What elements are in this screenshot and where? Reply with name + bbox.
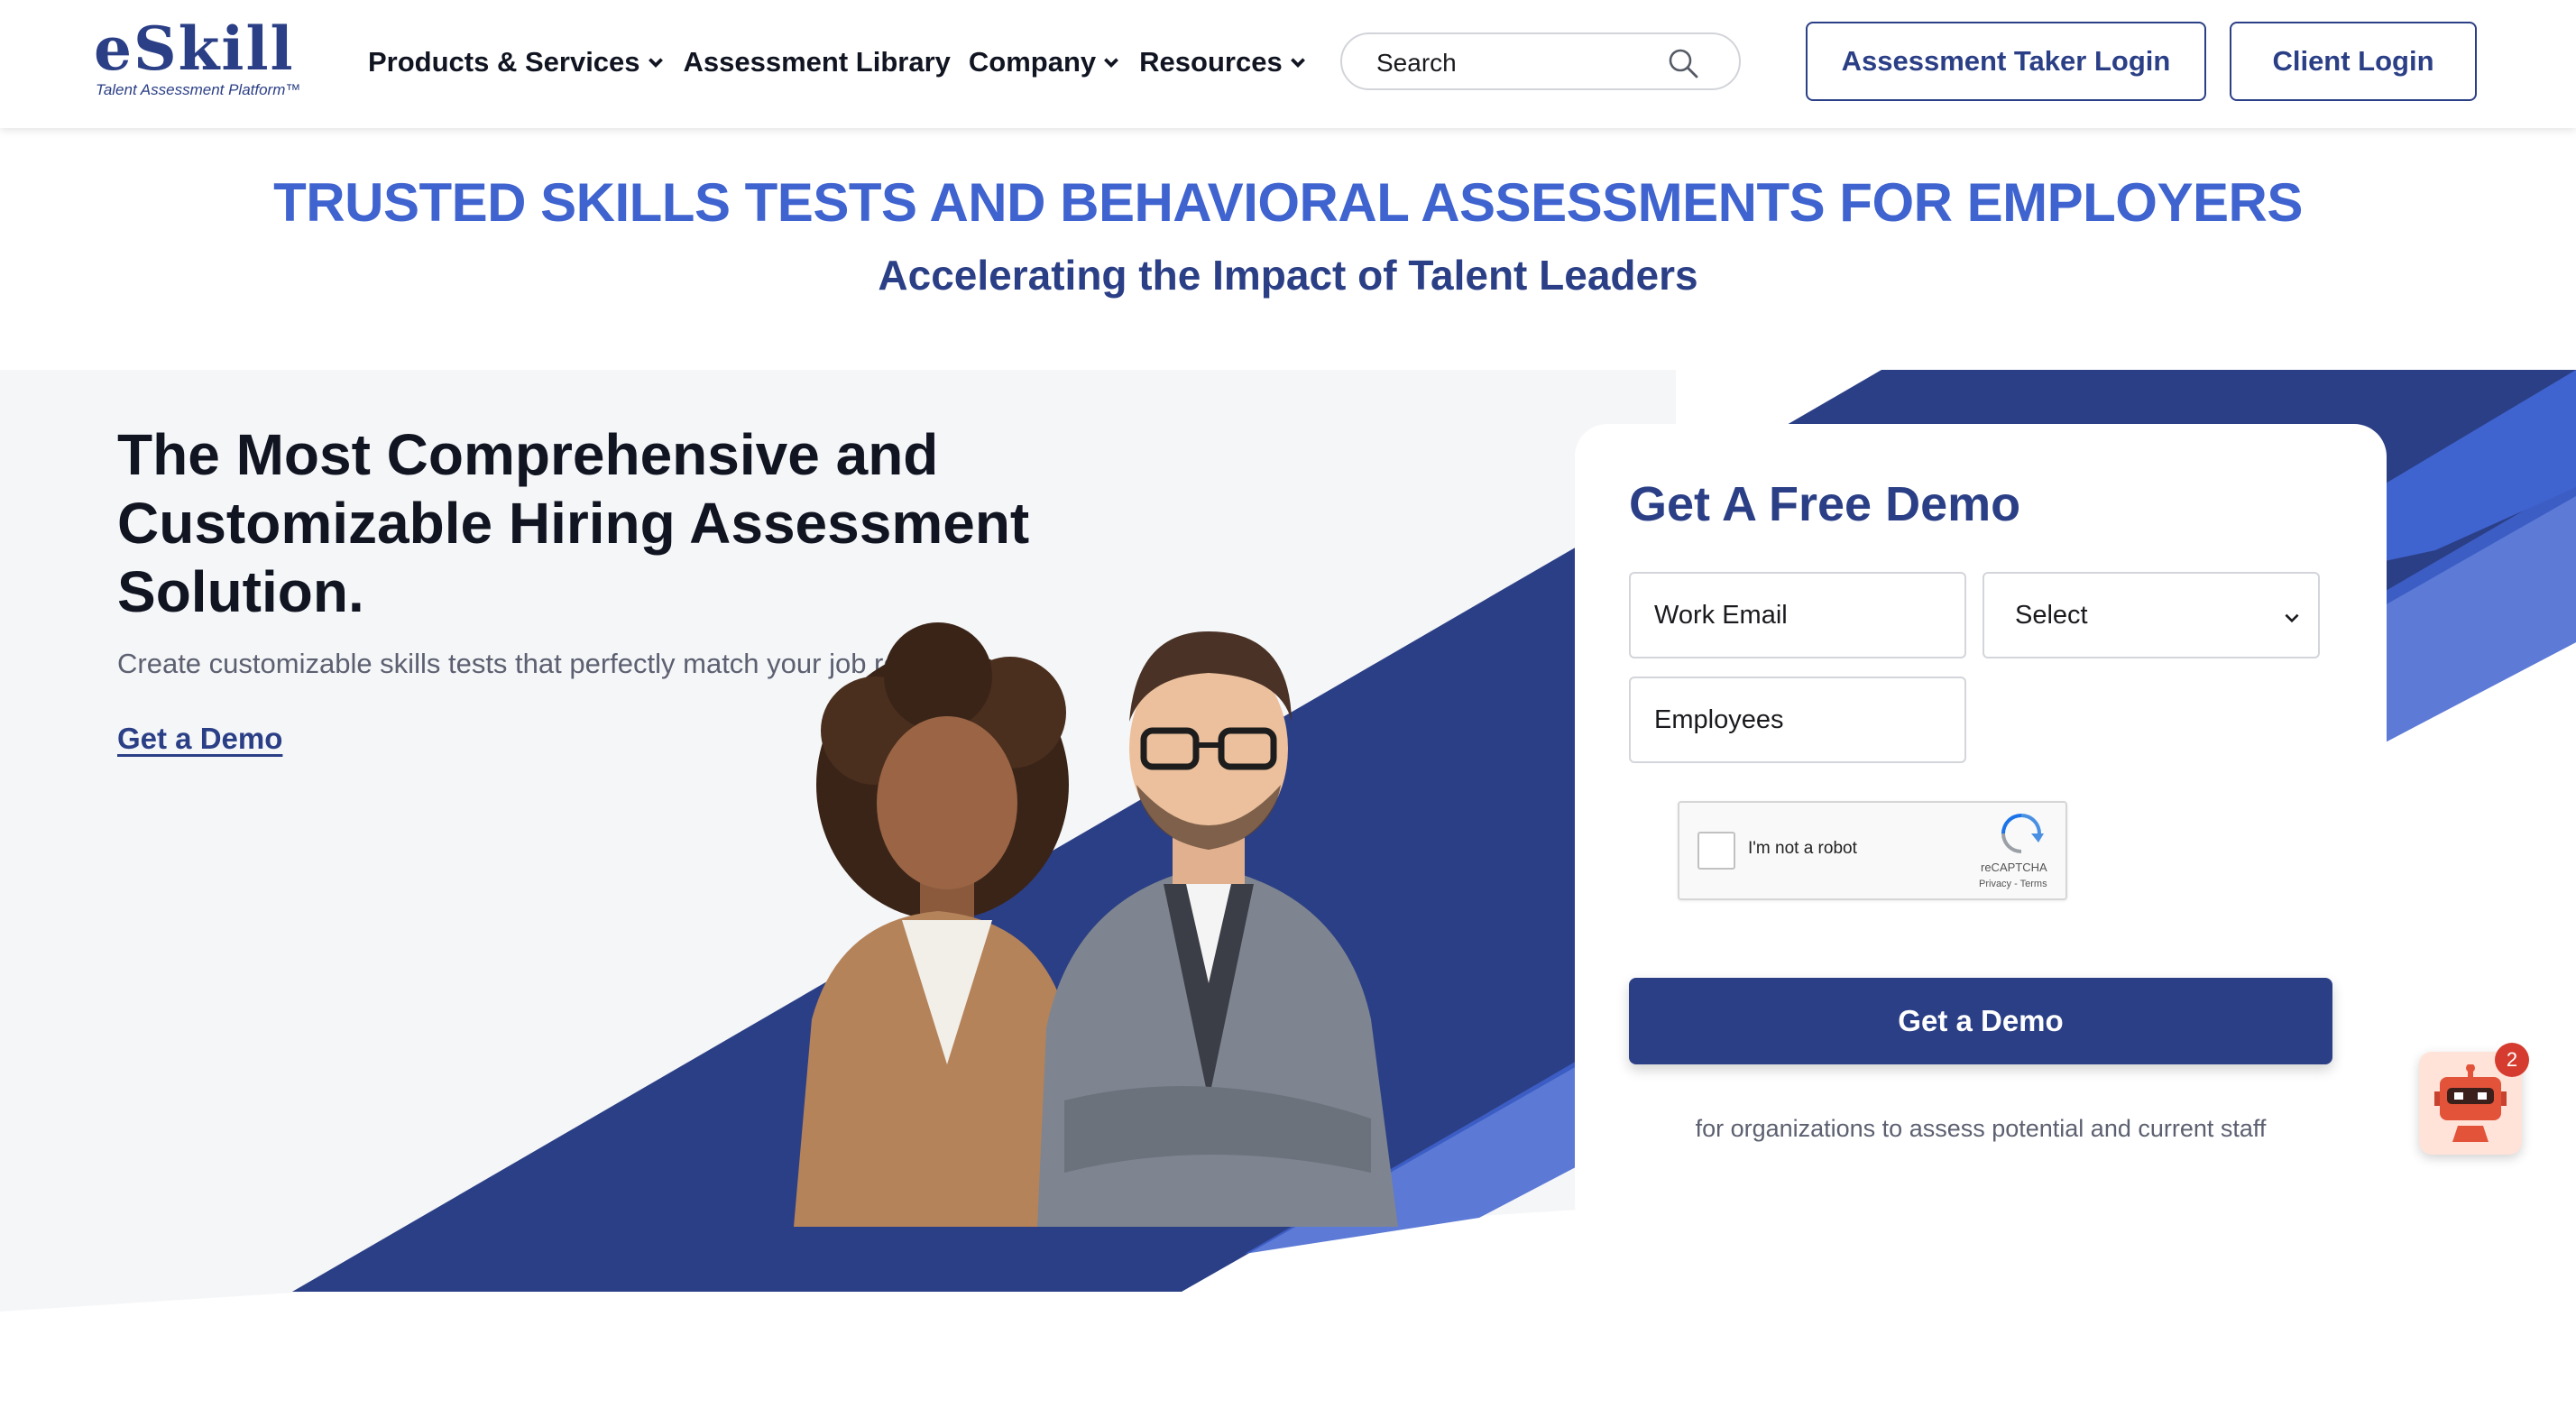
recaptcha-label: I'm not a robot xyxy=(1748,839,1857,858)
client-login-button[interactable]: Client Login xyxy=(2230,22,2477,101)
nav-item-label: Assessment Library xyxy=(683,46,951,78)
search-input[interactable]: Search xyxy=(1340,32,1741,90)
search-placeholder: Search xyxy=(1376,49,1457,77)
recaptcha-checkbox[interactable] xyxy=(1697,832,1735,870)
nav-item-company[interactable]: Company xyxy=(969,46,1121,78)
nav-item-label: Products & Services xyxy=(368,46,640,78)
page: eSkill Talent Assessment Platform™ Produ… xyxy=(0,0,2576,1418)
nav-item-assessment-library[interactable]: Assessment Library xyxy=(684,46,951,78)
recaptcha-logo-icon xyxy=(2001,814,2044,853)
select-value: Select xyxy=(2015,600,2088,630)
nav-item-resources[interactable]: Resources xyxy=(1139,46,1308,78)
site-header: eSkill Talent Assessment Platform™ Produ… xyxy=(0,0,2576,128)
chevron-down-icon xyxy=(1290,58,1305,68)
recaptcha-brand: reCAPTCHA xyxy=(1981,861,2047,874)
chevron-down-icon xyxy=(2285,613,2299,623)
work-email-placeholder: Work Email xyxy=(1654,600,1788,630)
employees-placeholder: Employees xyxy=(1654,704,1784,734)
page-subheadline: Accelerating the Impact of Talent Leader… xyxy=(878,252,1698,299)
nav-item-products-services[interactable]: Products & Services xyxy=(368,46,666,78)
logo-wordmark: eSkill xyxy=(94,14,295,84)
get-a-demo-button[interactable]: Get a Demo xyxy=(1629,978,2332,1064)
main-nav: Products & Services Assessment Library C… xyxy=(368,40,1326,85)
search-icon[interactable] xyxy=(1667,47,1699,79)
work-email-field[interactable]: Work Email xyxy=(1629,572,1966,658)
recaptcha-widget: I'm not a robot reCAPTCHA Privacy - Term… xyxy=(1678,801,2067,900)
page-headline: TRUSTED SKILLS TESTS AND BEHAVIORAL ASSE… xyxy=(273,172,2303,233)
select-dropdown[interactable]: Select xyxy=(1983,572,2320,658)
nav-item-label: Resources xyxy=(1139,46,1283,78)
chevron-down-icon xyxy=(648,58,663,68)
nav-item-label: Company xyxy=(968,46,1097,78)
demo-form-title: Get A Free Demo xyxy=(1629,477,2021,531)
demo-form-note: for organizations to assess potential an… xyxy=(1695,1115,2267,1142)
hero-people-image xyxy=(794,622,1398,1227)
get-a-demo-link[interactable]: Get a Demo xyxy=(117,722,282,756)
chat-notification-badge: 2 xyxy=(2495,1043,2529,1077)
recaptcha-terms-link[interactable]: Privacy - Terms xyxy=(1979,879,2047,889)
chevron-down-icon xyxy=(1104,58,1119,68)
demo-form-card: Get A Free Demo Work Email Select Employ… xyxy=(1575,424,2387,1236)
logo-tagline: Talent Assessment Platform™ xyxy=(96,81,301,98)
eskill-logo[interactable]: eSkill Talent Assessment Platform™ xyxy=(94,13,310,103)
robot-icon xyxy=(2434,1064,2507,1142)
assessment-taker-login-button[interactable]: Assessment Taker Login xyxy=(1806,22,2206,101)
employees-field[interactable]: Employees xyxy=(1629,677,1966,763)
